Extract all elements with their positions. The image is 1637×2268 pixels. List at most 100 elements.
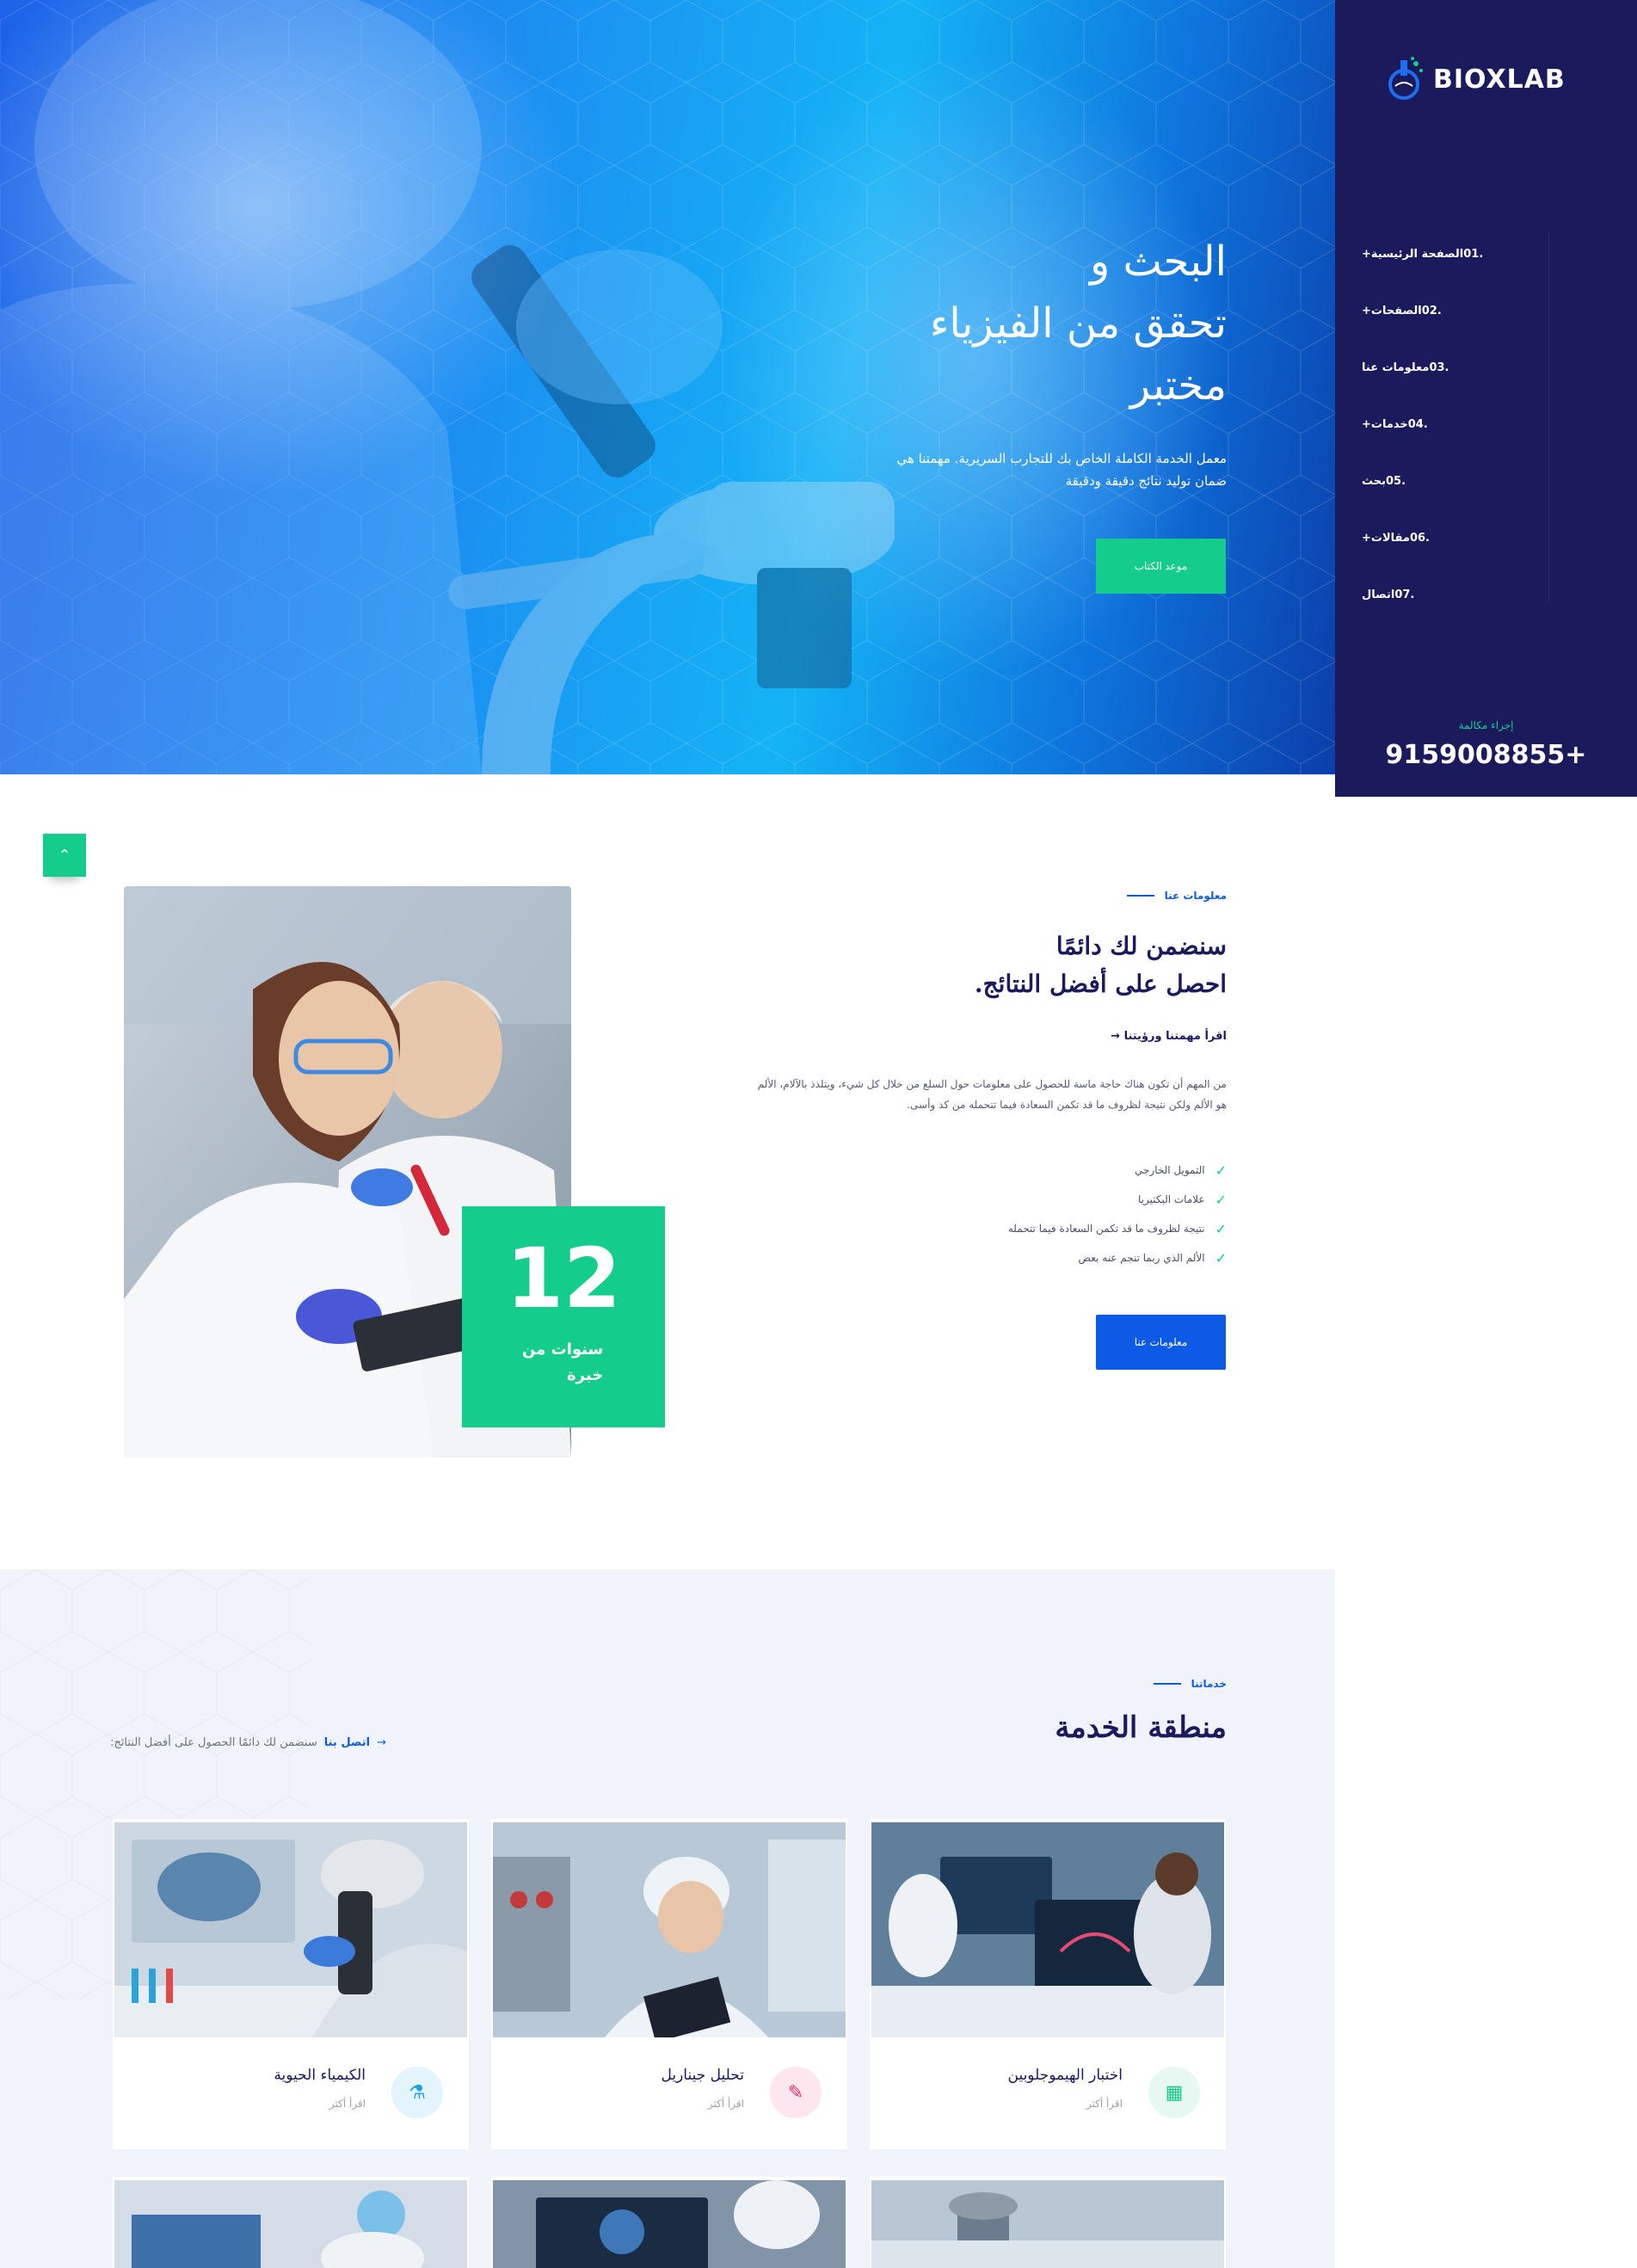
- arrow-right-icon: →: [1111, 1030, 1121, 1043]
- nav-item-number: .07: [1394, 588, 1415, 601]
- about-paragraph: من المهم أن تكون هناك حاجة ماسة للحصول ع…: [757, 1078, 1227, 1111]
- hero-title-line-2: تحقق من الفيزياء: [929, 299, 1227, 348]
- experience-badge: 12 سنوات من خبرة: [462, 1206, 665, 1427]
- subtitle-line: [1126, 895, 1154, 897]
- list-item-text: التمويل الخارجي: [1134, 1164, 1205, 1176]
- service-card-biochemistry[interactable]: الكيمياء الحيوية اقرأ أكثر ⚗: [113, 1819, 469, 2149]
- flask-logo-icon: [1388, 57, 1423, 100]
- service-card[interactable]: [491, 2177, 847, 2268]
- service-card[interactable]: [113, 2177, 469, 2268]
- about-subtitle: معلومات عنا: [1126, 890, 1227, 902]
- lab-scene-image: [114, 2180, 467, 2268]
- lab-scene-image: [493, 2180, 846, 2268]
- sidebar: BIOXLAB .01 الصفحة الرئيسية+ .02 الصفحات+ …: [1335, 0, 1637, 797]
- nav-item-label: خدمات+: [1362, 417, 1408, 431]
- nav-item-label: معلومات عنا: [1362, 361, 1430, 374]
- feature-checklist: ✓ التمويل الخارجي ✓ علامات البكتيريا ✓ ن…: [883, 1156, 1227, 1273]
- experience-label: سنوات من خبرة: [522, 1337, 603, 1389]
- services-contact-text: سنضمن لك دائمًا الحصول على أفضل النتائج:: [110, 1736, 317, 1749]
- read-mission-link[interactable]: اقرأ مهمتنا ورؤيتنا →: [1111, 1030, 1227, 1043]
- check-icon: ✓: [1215, 1220, 1227, 1237]
- experience-number: 12: [506, 1230, 621, 1327]
- logo-text: BIOXLAB: [1433, 64, 1566, 95]
- nav-item-number: .06: [1409, 531, 1430, 545]
- check-icon: ✓: [1215, 1162, 1227, 1179]
- list-item: ✓ نتيجة لظروف ما قد تكمن السعادة فيما تت…: [883, 1214, 1227, 1243]
- hero-title-line-3: مختبر: [1129, 361, 1227, 410]
- about-title: سنضمن لك دائمًا احصل على أفضل النتائج.: [779, 928, 1227, 1003]
- nav-item-home[interactable]: .01 الصفحة الرئيسية+: [1362, 225, 1551, 282]
- nav-item-research[interactable]: .05 بحث: [1362, 453, 1551, 509]
- hero-banner: البحث و تحقق من الفيزياء مختبر معمل الخد…: [0, 0, 1335, 774]
- check-icon: ✓: [1215, 1191, 1227, 1208]
- check-icon: ✓: [1215, 1249, 1227, 1267]
- logo[interactable]: BIOXLAB: [1387, 57, 1566, 102]
- read-more-link[interactable]: اقرأ أكثر: [708, 2098, 744, 2110]
- nav-item-number: .05: [1386, 474, 1406, 488]
- services-subtitle: خدماتنا: [1153, 1678, 1227, 1690]
- nav-item-services[interactable]: .04 خدمات+: [1362, 396, 1551, 453]
- card-title: تحليل جيناريل: [661, 2067, 744, 2084]
- hero-title-line-1: البحث و: [1090, 237, 1227, 286]
- main-nav: .01 الصفحة الرئيسية+ .02 الصفحات+ .03 معلوم…: [1362, 225, 1551, 623]
- card-photo: [114, 1822, 467, 2037]
- about-title-line-1: سنضمن لك دائمًا: [1055, 932, 1227, 960]
- read-more-link[interactable]: اقرأ أكثر: [329, 2098, 366, 2110]
- list-item-text: علامات البكتيريا: [1137, 1193, 1205, 1205]
- hero-description: معمل الخدمة الكاملة الخاص بك للتجارب الس…: [896, 451, 1227, 489]
- card-title: الكيمياء الحيوية: [274, 2067, 366, 2084]
- card-body: تحليل جيناريل اقرأ أكثر ✎: [491, 2037, 847, 2149]
- services-contact: → اتصل بنا سنضمن لك دائمًا الحصول على أف…: [110, 1736, 386, 1749]
- service-card-hemoglobin[interactable]: اختبار الهيموجلوبين اقرأ أكثر ▦: [870, 1819, 1226, 2149]
- call-label: إجراء مكالمة: [1458, 719, 1514, 731]
- book-appointment-button[interactable]: موعد الكتاب: [1096, 539, 1226, 594]
- arrow-right-icon: →: [377, 1736, 386, 1749]
- list-item: ✓ التمويل الخارجي: [883, 1156, 1227, 1185]
- lab-scene-image: [493, 1822, 846, 2037]
- pencil-icon: ✎: [770, 2067, 822, 2118]
- list-item-text: الألم الذي ربما تنجم عنه بعض: [1078, 1252, 1205, 1264]
- nav-item-label: الصفحة الرئيسية+: [1362, 247, 1464, 261]
- nav-item-number: .01: [1463, 247, 1484, 261]
- card-body: اختبار الهيموجلوبين اقرأ أكثر ▦: [870, 2037, 1226, 2149]
- list-item-text: نتيجة لظروف ما قد تكمن السعادة فيما تتحم…: [1007, 1223, 1205, 1235]
- nav-item-number: .04: [1407, 417, 1428, 431]
- nav-item-contact[interactable]: .07 اتصال: [1362, 566, 1551, 623]
- nav-item-number: .03: [1429, 361, 1449, 374]
- lab-scene-image: [871, 2180, 1224, 2268]
- about-subtitle-text: معلومات عنا: [1164, 890, 1227, 902]
- list-item: ✓ علامات البكتيريا: [883, 1185, 1227, 1214]
- experience-label-line-2: خبرة: [567, 1366, 604, 1384]
- list-item: ✓ الألم الذي ربما تنجم عنه بعض: [883, 1243, 1227, 1273]
- experience-label-line-1: سنوات من: [522, 1340, 604, 1359]
- nav-item-articles[interactable]: .06 مقالات+: [1362, 509, 1551, 566]
- about-title-line-2: احصل على أفضل النتائج.: [974, 970, 1227, 998]
- nav-item-label: بحث: [1362, 474, 1387, 488]
- nav-item-label: اتصال: [1362, 588, 1395, 601]
- chevron-up-icon: ⌃: [58, 846, 71, 865]
- phone-number-link[interactable]: 9159008855+: [1335, 740, 1637, 770]
- read-mission-label: اقرأ مهمتنا ورؤيتنا: [1123, 1030, 1227, 1043]
- read-more-link[interactable]: اقرأ أكثر: [1086, 2098, 1123, 2110]
- card-title: اختبار الهيموجلوبين: [1007, 2067, 1123, 2084]
- about-us-button[interactable]: معلومات عنا: [1096, 1315, 1226, 1370]
- service-card[interactable]: [870, 2177, 1226, 2268]
- lab-scene-image: [114, 1822, 467, 2037]
- hero-title: البحث و تحقق من الفيزياء مختبر: [625, 231, 1227, 416]
- card-photo: [871, 1822, 1224, 2037]
- services-title: منطقة الخدمة: [1055, 1710, 1227, 1745]
- card-body: الكيمياء الحيوية اقرأ أكثر ⚗: [113, 2037, 469, 2149]
- lab-scene-image: [871, 1822, 1224, 2037]
- subtitle-line: [1153, 1683, 1181, 1685]
- nav-item-pages[interactable]: .02 الصفحات+: [1362, 282, 1551, 339]
- services-subtitle-text: خدماتنا: [1191, 1678, 1227, 1690]
- scroll-to-top-button[interactable]: ⌃: [43, 834, 86, 877]
- card-photo: [493, 1822, 846, 2037]
- contact-us-link[interactable]: اتصل بنا: [324, 1736, 370, 1749]
- flask-icon: ⚗: [391, 2067, 443, 2118]
- nav-item-label: مقالات+: [1362, 531, 1410, 545]
- nav-item-about[interactable]: .03 معلومات عنا: [1362, 339, 1551, 396]
- nav-item-number: .02: [1421, 304, 1442, 317]
- nav-item-label: الصفحات+: [1362, 304, 1422, 317]
- service-card-genetic[interactable]: تحليل جيناريل اقرأ أكثر ✎: [491, 1819, 847, 2149]
